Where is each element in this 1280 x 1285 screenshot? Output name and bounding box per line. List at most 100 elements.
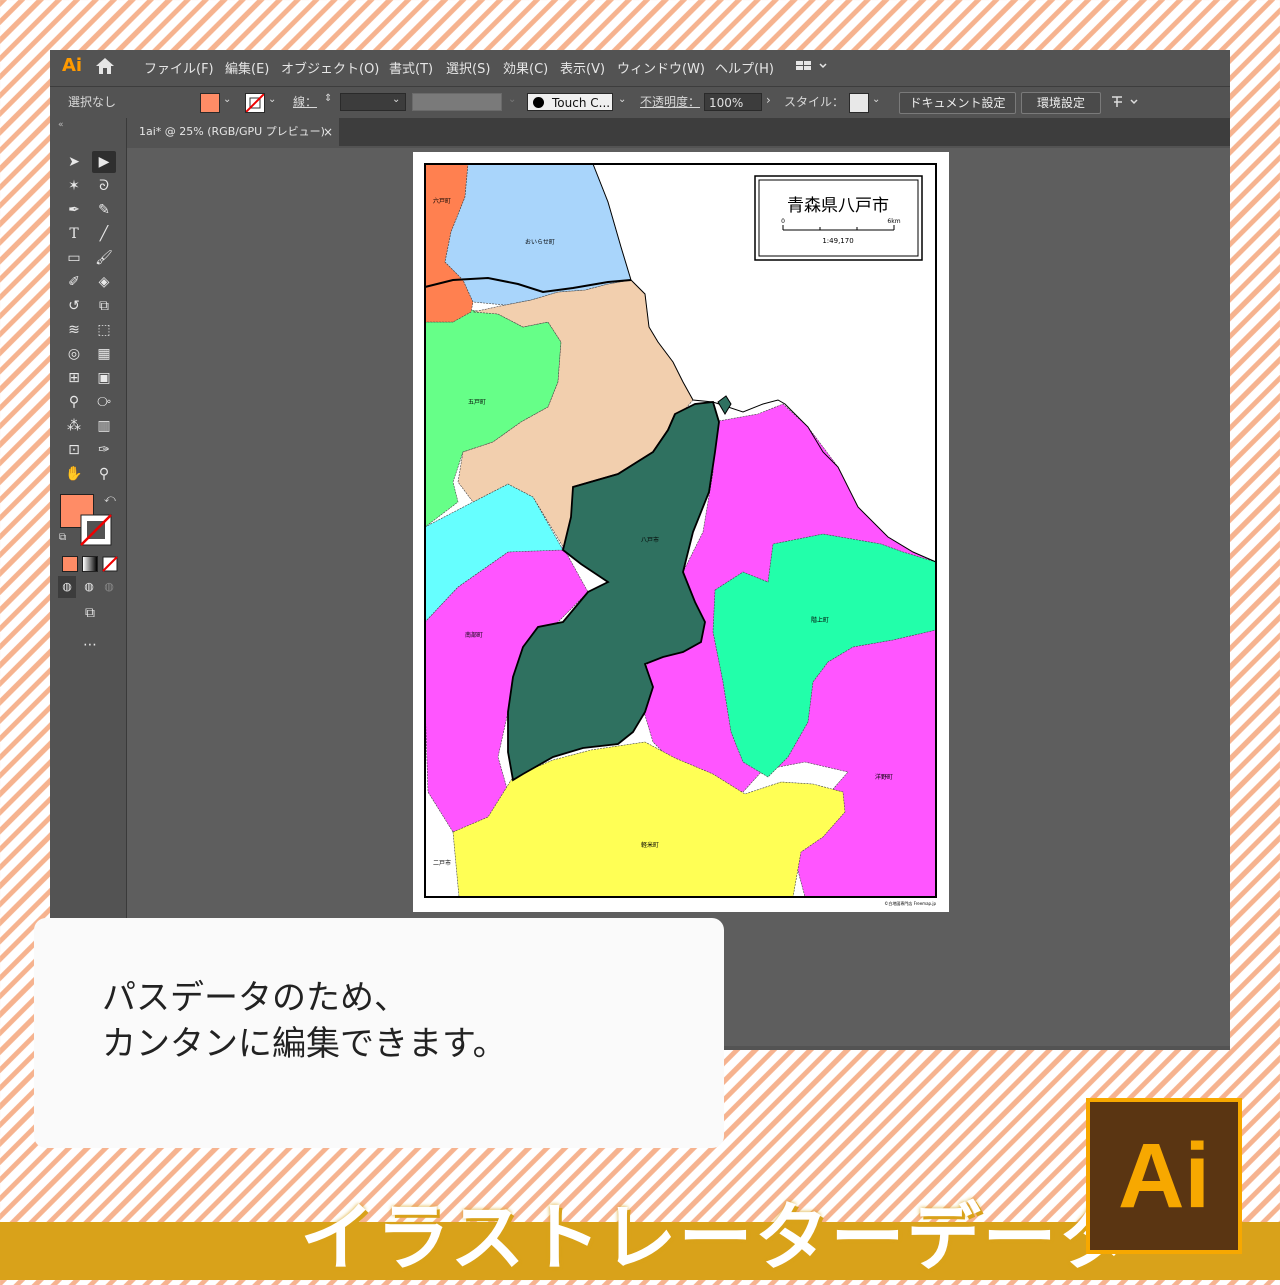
direct-selection-tool-icon[interactable]: ▶ [92, 151, 116, 173]
opacity-label: 不透明度： [640, 95, 701, 109]
menu-object[interactable]: オブジェクト(O) [281, 58, 379, 77]
collapse-panel-icon[interactable]: « [58, 120, 64, 130]
line-tool-icon[interactable]: ╱ [92, 223, 116, 245]
color-mode-icon[interactable] [62, 556, 78, 572]
rotate-tool-icon[interactable]: ↺ [62, 295, 86, 317]
swap-colors-icon[interactable]: ⤺ [104, 492, 116, 506]
menu-window[interactable]: ウィンドウ(W) [617, 58, 705, 77]
curvature-tool-icon[interactable]: ✎ [92, 199, 116, 221]
menu-type[interactable]: 書式(T) [389, 58, 433, 77]
scale-ratio: 1:49,170 [822, 237, 853, 245]
warp-tool-icon[interactable]: ≋ [62, 319, 86, 341]
document-tab-label: 1ai* @ 25% (RGB/GPU プレビュー) [139, 125, 325, 138]
fill-dropdown-icon[interactable]: ⌄ [223, 94, 231, 105]
style-label: スタイル： [784, 95, 845, 109]
label-gonohe: 五戸町 [468, 399, 486, 406]
none-mode-icon[interactable] [102, 556, 118, 572]
label-hachinohe: 八戸市 [641, 536, 659, 544]
rectangle-tool-icon[interactable]: ▭ [62, 247, 86, 269]
style-dropdown-icon[interactable]: ⌄ [872, 94, 880, 105]
control-bar: 選択なし ⌄ ⌄ 線： ⇕ ⌄ ⌄ Touch C... ⌄ 不透明度： 100… [50, 86, 1230, 117]
caption-line-1: パスデータのため、 [102, 978, 408, 1018]
stroke-dropdown-icon[interactable]: ⌄ [268, 94, 276, 105]
tools-panel: « ➤ ▶ ✶ ᘐ ✒ ✎ T ╱ ▭ 🖌 ✐ ◈ ↺ ⧉ ≋ ⬚ ◎ ▦ ⊞ … [50, 118, 127, 986]
variable-width-profile[interactable] [412, 93, 502, 111]
graphic-style-swatch[interactable] [849, 93, 869, 113]
brush-dropdown-icon[interactable]: ⌄ [618, 94, 626, 105]
draw-behind-icon[interactable]: ◍ [80, 576, 98, 598]
menu-edit[interactable]: 編集(E) [225, 58, 269, 77]
zoom-tool-icon[interactable]: ⚲ [92, 463, 116, 485]
scale-tool-icon[interactable]: ⧉ [92, 295, 116, 317]
document-tab-bar: 1ai* @ 25% (RGB/GPU プレビュー) × [127, 118, 1230, 146]
type-tool-icon[interactable]: T [62, 223, 86, 245]
label-ninohe: 二戸市 [433, 859, 451, 867]
gradient-tool-icon[interactable]: ▣ [92, 367, 116, 389]
opacity-field[interactable]: 100% [704, 93, 762, 111]
label-hirono: 洋野町 [875, 773, 893, 781]
stroke-stepper-icon[interactable]: ⇕ [324, 93, 332, 104]
map-credit: ©白地図専門店 Freemap.jp [884, 900, 936, 906]
selection-tool-icon[interactable]: ➤ [62, 151, 86, 173]
menu-help[interactable]: ヘルプ(H) [715, 58, 774, 77]
artboard-tool-icon[interactable]: ⊡ [62, 439, 86, 461]
illustrator-logo: Ai [1086, 1098, 1242, 1254]
arrange-documents-icon[interactable] [1110, 93, 1144, 111]
column-graph-tool-icon[interactable]: ▥ [92, 415, 116, 437]
artboard[interactable]: 青森県八戸市 0 6km 1:49,170 六戸町 おいらせ町 五戸町 八戸市 … [413, 152, 949, 912]
eyedropper-tool-icon[interactable]: ⚲ [62, 391, 86, 413]
brush-dot-icon [533, 97, 544, 108]
edit-toolbar-icon[interactable]: ⋯ [78, 634, 102, 656]
shape-builder-tool-icon[interactable]: ◎ [62, 343, 86, 365]
illustrator-window: Ai ファイル(F) 編集(E) オブジェクト(O) 書式(T) 選択(S) 効… [50, 50, 1230, 1050]
home-icon[interactable] [94, 56, 116, 76]
brush-definition[interactable]: Touch C... [527, 93, 613, 111]
label-hashikami: 階上町 [811, 616, 829, 624]
eraser-tool-icon[interactable]: ◈ [92, 271, 116, 293]
perspective-grid-tool-icon[interactable]: ▦ [92, 343, 116, 365]
selection-status: 選択なし [68, 95, 117, 109]
document-tab[interactable]: 1ai* @ 25% (RGB/GPU プレビュー) × [127, 118, 339, 146]
menu-view[interactable]: 表示(V) [560, 58, 605, 77]
screen-mode-icon[interactable]: ⧉ [78, 602, 102, 624]
illustrator-logo-text: Ai [1118, 1125, 1210, 1227]
default-colors-icon[interactable]: ⧉ [59, 532, 66, 543]
lasso-tool-icon[interactable]: ᘐ [92, 175, 116, 197]
label-nanbu: 南部町 [465, 631, 483, 639]
draw-normal-icon[interactable]: ◍ [58, 576, 76, 598]
stroke-color-box[interactable] [80, 514, 112, 546]
menu-effect[interactable]: 効果(C) [503, 58, 548, 77]
canvas-area[interactable]: 青森県八戸市 0 6km 1:49,170 六戸町 おいらせ町 五戸町 八戸市 … [127, 148, 1230, 1046]
caption-line-2: カンタンに編集できます。 [102, 1024, 507, 1064]
menu-file[interactable]: ファイル(F) [144, 58, 214, 77]
magic-wand-tool-icon[interactable]: ✶ [62, 175, 86, 197]
free-transform-tool-icon[interactable]: ⬚ [92, 319, 116, 341]
draw-inside-icon[interactable]: ◍ [100, 576, 118, 598]
blend-tool-icon[interactable]: ⧂ [92, 391, 116, 413]
profile-dropdown-icon[interactable]: ⌄ [508, 94, 516, 105]
stroke-swatch[interactable] [245, 93, 265, 113]
app-logo: Ai [62, 55, 83, 76]
workspace-switcher-icon[interactable] [795, 59, 829, 73]
hand-tool-icon[interactable]: ✋ [62, 463, 86, 485]
label-rokunohe: 六戸町 [433, 197, 451, 205]
close-tab-icon[interactable]: × [323, 118, 333, 146]
gradient-mode-icon[interactable] [82, 556, 98, 572]
preferences-button[interactable]: 環境設定 [1021, 92, 1101, 114]
caption-card: パスデータのため、 カンタンに編集できます。 [34, 918, 724, 1148]
mesh-tool-icon[interactable]: ⊞ [62, 367, 86, 389]
fill-swatch[interactable] [200, 93, 220, 113]
menu-select[interactable]: 選択(S) [446, 58, 490, 77]
opacity-arrow-icon[interactable]: › [766, 93, 771, 107]
stroke-weight-dropdown-icon[interactable]: ⌄ [392, 94, 400, 105]
document-settings-button[interactable]: ドキュメント設定 [899, 92, 1016, 114]
label-oirase: おいらせ町 [525, 239, 555, 246]
symbol-sprayer-tool-icon[interactable]: ⁂ [62, 415, 86, 437]
label-karumai: 軽米町 [641, 841, 659, 849]
hachinohe-map: 青森県八戸市 0 6km 1:49,170 六戸町 おいらせ町 五戸町 八戸市 … [413, 152, 949, 912]
brush-name: Touch C... [552, 96, 611, 110]
pen-tool-icon[interactable]: ✒ [62, 199, 86, 221]
slice-tool-icon[interactable]: ✑ [92, 439, 116, 461]
shaper-tool-icon[interactable]: ✐ [62, 271, 86, 293]
paintbrush-tool-icon[interactable]: 🖌 [92, 247, 116, 269]
